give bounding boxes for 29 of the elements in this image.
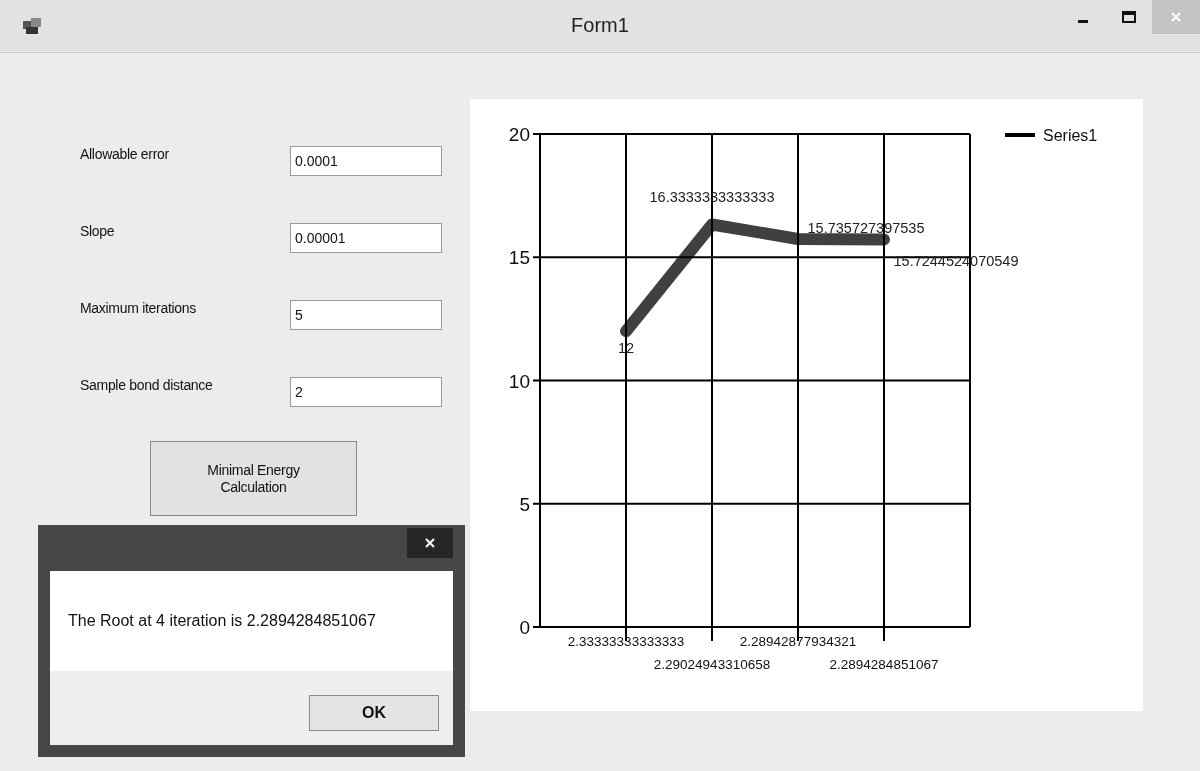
- app-icon: [22, 17, 42, 35]
- legend-label: Series1: [1043, 127, 1098, 144]
- field-label: Allowable error: [80, 146, 170, 162]
- minimize-icon: [1078, 19, 1088, 23]
- message-text: The Root at 4 iteration is 2.2894284851067: [68, 612, 376, 630]
- axis-tick-label: 0: [519, 617, 530, 638]
- input-field[interactable]: 0.00001: [290, 223, 442, 253]
- axis-tick-label: 15: [508, 247, 530, 269]
- maximize-icon: [1122, 11, 1136, 23]
- axis-tick-label: 2.2894284851067: [829, 657, 939, 672]
- legend-swatch: [1005, 133, 1035, 137]
- axis-tick-label: 2.33333333333333: [567, 634, 685, 649]
- ok-button[interactable]: OK: [309, 695, 439, 731]
- close-icon: [424, 537, 436, 549]
- window-title: Form1: [571, 14, 629, 36]
- calculate-button[interactable]: Minimal Energy Calculation: [150, 441, 357, 516]
- axis-tick-label: 10: [508, 370, 530, 392]
- axis-tick-label: 2.28942877934321: [739, 634, 857, 649]
- input-field[interactable]: 2: [290, 377, 442, 407]
- close-button[interactable]: [407, 528, 453, 558]
- field-label: Maximum iterations: [80, 300, 197, 316]
- field-label: Sample bond distance: [80, 377, 214, 393]
- input-field[interactable]: 5: [290, 300, 442, 330]
- close-icon: [1170, 11, 1182, 23]
- axis-tick-label: 5: [519, 493, 530, 515]
- input-field[interactable]: 0.0001: [290, 146, 442, 176]
- axis-tick-label: 20: [508, 124, 530, 145]
- field-label: Slope: [80, 223, 116, 239]
- axis-tick-label: 2.29024943310658: [653, 657, 771, 672]
